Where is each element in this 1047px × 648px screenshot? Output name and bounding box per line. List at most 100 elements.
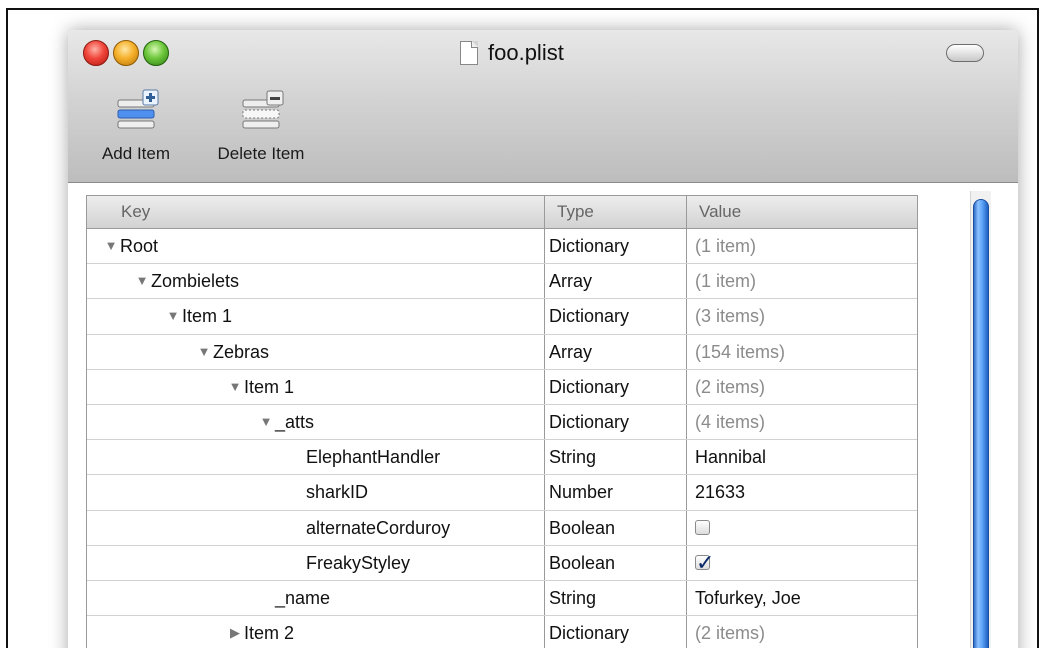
- table-row[interactable]: ▼alternateCorduroyBoolean: [87, 510, 917, 546]
- key-cell[interactable]: ▼alternateCorduroy: [87, 510, 545, 545]
- close-button[interactable]: [83, 40, 109, 66]
- type-cell[interactable]: String: [545, 440, 687, 475]
- key-label: _name: [275, 587, 331, 608]
- table-body: ▼ Root Dictionary (1 item) ▼ Zombielets Array(…: [87, 229, 917, 648]
- delete-row-icon: [237, 88, 285, 136]
- type-cell[interactable]: Dictionary: [545, 616, 687, 648]
- value-label: (2 items): [695, 376, 766, 397]
- key-cell[interactable]: ▼ Zebras: [87, 334, 545, 369]
- type-cell[interactable]: Number: [545, 475, 687, 510]
- key-label: Zebras: [213, 341, 270, 362]
- table-row[interactable]: ▼_nameString Tofurkey, Joe: [87, 580, 917, 617]
- column-header-key[interactable]: Key: [87, 196, 545, 228]
- key-cell[interactable]: ▼ElephantHandler: [87, 440, 545, 475]
- disclosure-collapsed-icon[interactable]: ▶: [227, 616, 243, 648]
- delete-item-label: Delete Item: [217, 144, 305, 163]
- value-cell[interactable]: (4 items): [687, 405, 915, 439]
- type-cell[interactable]: String: [545, 580, 687, 616]
- key-cell[interactable]: ▼ Zombielets: [87, 264, 545, 299]
- value-label: Tofurkey, Joe: [695, 587, 801, 608]
- table-row[interactable]: ▼ Item 1 Dictionary (3 items): [87, 299, 917, 335]
- document-icon: [460, 41, 478, 65]
- key-label: alternateCorduroy: [306, 517, 451, 538]
- type-cell[interactable]: Array: [545, 264, 687, 299]
- type-cell[interactable]: Array: [545, 334, 687, 369]
- key-cell[interactable]: ▶ Item 2: [87, 616, 545, 648]
- disclosure-expanded-icon[interactable]: ▼: [134, 264, 150, 298]
- type-cell[interactable]: Boolean: [545, 510, 687, 545]
- key-label: FreakyStyley: [306, 552, 411, 573]
- table-row[interactable]: ▼ Zombielets Array (1 item): [87, 264, 917, 300]
- key-cell[interactable]: ▼FreakyStyley: [87, 545, 545, 580]
- table-row[interactable]: ▼ _atts Dictionary (4 items): [87, 404, 917, 441]
- key-cell[interactable]: ▼ Root: [87, 229, 545, 264]
- key-cell[interactable]: ▼ Item 1: [87, 299, 545, 334]
- key-cell[interactable]: ▼ _atts: [87, 404, 545, 440]
- value-label: (3 items): [695, 306, 766, 327]
- key-label: Root: [120, 236, 159, 257]
- key-label: Zombielets: [151, 271, 240, 292]
- delete-item-button[interactable]: Delete Item: [201, 88, 321, 164]
- value-label: 21633: [695, 482, 746, 503]
- key-cell[interactable]: ▼sharkID: [87, 475, 545, 510]
- plist-editor-window: foo.plist Add Item Delete Item Key Type …: [68, 30, 1018, 648]
- column-header-type[interactable]: Type: [545, 196, 687, 228]
- disclosure-expanded-icon[interactable]: ▼: [196, 335, 212, 369]
- add-row-icon: [112, 88, 160, 136]
- key-cell[interactable]: ▼_name: [87, 580, 545, 616]
- value-cell[interactable]: (1 item): [687, 229, 915, 263]
- toolbar-toggle-button[interactable]: [946, 44, 984, 62]
- checkbox-checked[interactable]: [695, 546, 714, 580]
- disclosure-expanded-icon[interactable]: ▼: [165, 299, 181, 333]
- value-label: (2 items): [695, 623, 766, 644]
- type-cell[interactable]: Dictionary: [545, 369, 687, 404]
- vertical-scrollbar-thumb[interactable]: [973, 199, 989, 648]
- type-cell[interactable]: Boolean: [545, 545, 687, 580]
- table-row[interactable]: ▼ElephantHandlerString Hannibal: [87, 440, 917, 476]
- table-row[interactable]: ▼ Root Dictionary (1 item): [87, 229, 917, 265]
- value-cell[interactable]: (1 item): [687, 264, 915, 298]
- column-header-value[interactable]: Value: [687, 196, 915, 228]
- value-cell[interactable]: [687, 546, 915, 580]
- value-cell[interactable]: (3 items): [687, 299, 915, 333]
- key-label: _atts: [275, 412, 315, 433]
- disclosure-expanded-icon[interactable]: ▼: [227, 370, 243, 404]
- checkbox-unchecked[interactable]: [695, 520, 710, 536]
- value-cell[interactable]: [687, 511, 915, 545]
- value-cell[interactable]: 21633: [687, 475, 915, 509]
- value-cell[interactable]: (154 items): [687, 335, 915, 369]
- value-cell[interactable]: Tofurkey, Joe: [687, 581, 915, 615]
- table-row[interactable]: ▼sharkIDNumber 21633: [87, 475, 917, 511]
- key-label: sharkID: [306, 482, 369, 503]
- value-label: (1 item): [695, 271, 757, 292]
- zoom-button[interactable]: [143, 40, 169, 66]
- disclosure-expanded-icon[interactable]: ▼: [258, 405, 274, 439]
- screenshot-frame: foo.plist Add Item Delete Item Key Type …: [6, 8, 1039, 648]
- value-cell[interactable]: Hannibal: [687, 440, 915, 474]
- add-item-button[interactable]: Add Item: [86, 88, 186, 164]
- type-cell[interactable]: Dictionary: [545, 404, 687, 440]
- add-item-label: Add Item: [101, 144, 171, 163]
- table-row[interactable]: ▼ Item 1 Dictionary (2 items): [87, 369, 917, 405]
- type-cell[interactable]: Dictionary: [545, 229, 687, 264]
- value-cell[interactable]: (2 items): [687, 616, 915, 648]
- table-row[interactable]: ▼ Zebras Array (154 items): [87, 334, 917, 370]
- key-label: Item 1: [244, 376, 295, 397]
- key-label: Item 1: [182, 306, 233, 327]
- type-cell[interactable]: Dictionary: [545, 299, 687, 334]
- key-label: Item 2: [244, 623, 295, 644]
- value-label: (1 item): [695, 236, 757, 257]
- table-header: Key Type Value: [87, 195, 917, 229]
- disclosure-expanded-icon[interactable]: ▼: [103, 229, 119, 263]
- key-cell[interactable]: ▼ Item 1: [87, 369, 545, 404]
- value-label: (4 items): [695, 412, 766, 433]
- minimize-button[interactable]: [113, 40, 139, 66]
- table-row[interactable]: ▶ Item 2 Dictionary (2 items): [87, 616, 917, 648]
- table-row[interactable]: ▼FreakyStyleyBoolean: [87, 545, 917, 581]
- key-label: ElephantHandler: [306, 447, 441, 468]
- window-title-group: foo.plist: [460, 38, 564, 68]
- plist-outline-table: Key Type Value ▼ Root Dictionary (1 item) ▼ Z…: [86, 195, 918, 648]
- value-label: Hannibal: [695, 447, 767, 468]
- value-cell[interactable]: (2 items): [687, 370, 915, 404]
- window-title: foo.plist: [488, 40, 564, 65]
